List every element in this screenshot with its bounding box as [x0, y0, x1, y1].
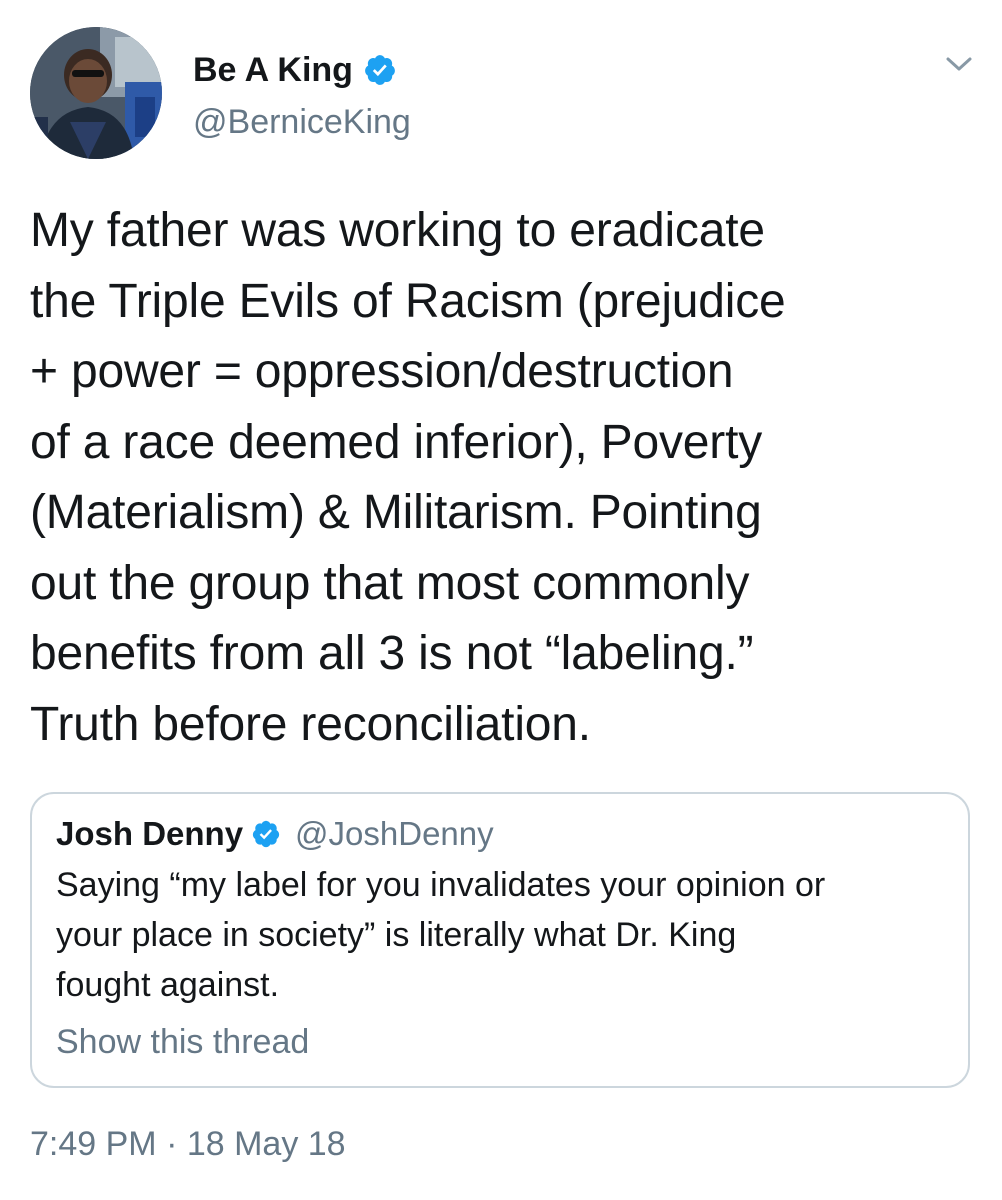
quoted-tweet-header: Josh Denny @JoshDenny — [56, 812, 494, 856]
author-handle[interactable]: @BerniceKing — [193, 100, 411, 144]
profile-photo — [30, 27, 162, 159]
quoted-author-display-name: Josh Denny — [56, 815, 244, 852]
tweet-text: My father was working to eradicate the T… — [30, 204, 786, 751]
author-name-row[interactable]: Be A King — [193, 48, 397, 92]
avatar[interactable] — [30, 27, 162, 159]
verified-badge-icon — [251, 819, 281, 849]
author-display-name[interactable]: Be A King — [193, 48, 353, 92]
chevron-down-icon[interactable] — [944, 52, 974, 76]
quoted-tweet-text: Saying “my label for you invalidates you… — [56, 866, 826, 1004]
tweet: Be A King @BerniceKing My father was wor… — [0, 0, 1002, 1200]
verified-badge-icon — [363, 53, 397, 87]
quoted-author-handle: @JoshDenny — [295, 815, 494, 852]
show-thread-link[interactable]: Show this thread — [56, 1020, 309, 1064]
tweet-timestamp[interactable]: 7:49 PM · 18 May 18 — [30, 1122, 346, 1166]
quoted-tweet-card[interactable]: Josh Denny @JoshDenny Saying “my label f… — [30, 792, 970, 1088]
